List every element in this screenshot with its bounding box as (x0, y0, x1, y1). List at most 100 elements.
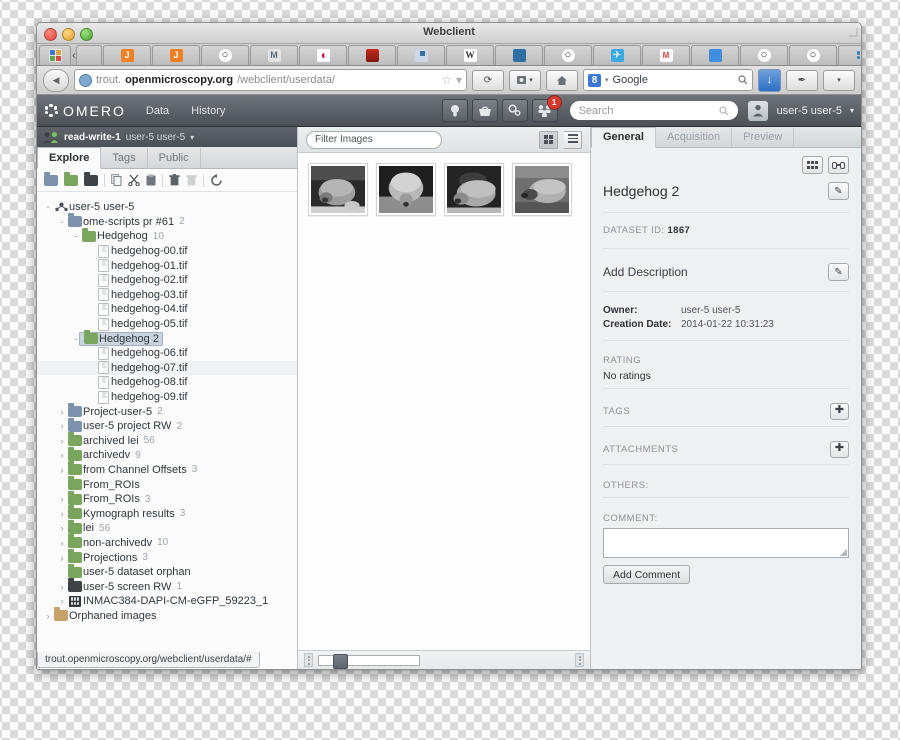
tab-docs[interactable] (397, 45, 445, 65)
link-button[interactable] (828, 156, 849, 174)
tab-acquisition[interactable]: Acquisition (656, 128, 733, 147)
list-view-button[interactable] (564, 130, 582, 149)
thumbnail-hedgehog-06[interactable] (308, 163, 368, 216)
expand-toggle-icon[interactable]: › (57, 538, 67, 548)
bookmarks-menu-button[interactable]: ▾ (509, 69, 541, 91)
tree-item[interactable]: hedgehog-05.tif (37, 317, 297, 332)
tree-item[interactable]: › Kymograph results 3 (37, 505, 297, 521)
filter-images-input[interactable]: Filter Images (306, 130, 442, 149)
address-bar[interactable]: trout. openmicroscopy.org/webclient/userd… (74, 69, 467, 91)
tab-trello[interactable] (495, 45, 543, 65)
expand-toggle-icon[interactable]: › (57, 465, 67, 475)
add-tag-button[interactable]: ✚ (830, 403, 849, 420)
tree-item[interactable]: From_ROIs (37, 476, 297, 492)
new-screen-button[interactable] (84, 171, 98, 186)
comment-input[interactable] (603, 528, 849, 558)
tree-item[interactable]: › Project-user-5 2 (37, 403, 297, 419)
omero-logo[interactable]: OMERO (44, 103, 126, 119)
tab-jenkins-2[interactable]: J (152, 45, 200, 65)
tree-item[interactable]: - user-5 user-5 (37, 200, 297, 215)
tab-github-1[interactable]: ○ (201, 45, 249, 65)
thumbnail-hedgehog-09[interactable] (512, 163, 572, 216)
tree-item[interactable]: › user-5 screen RW 1 (37, 578, 297, 594)
copy-button[interactable] (111, 174, 122, 186)
addons-button[interactable]: ✒ (786, 69, 818, 91)
thumbnail-grid[interactable] (298, 153, 590, 650)
expand-toggle-icon[interactable]: › (57, 553, 67, 563)
tree-item[interactable]: hedgehog-06.tif (37, 346, 297, 361)
tree-item[interactable]: hedgehog-00.tif (37, 244, 297, 259)
slider-knob[interactable] (333, 653, 348, 669)
tree-item[interactable]: › Orphaned images (37, 607, 297, 624)
chevron-down-icon[interactable]: ▾ (456, 73, 462, 87)
tab-github-2[interactable]: ○ (544, 45, 592, 65)
tree-item[interactable]: user-5 dataset orphan (37, 563, 297, 580)
group-selector-bar[interactable]: read-write-1 user-5 user-5 ▾ (37, 127, 297, 147)
left-resize-gripper[interactable] (304, 653, 313, 667)
expand-toggle-icon[interactable]: › (57, 494, 67, 504)
tab-github-3[interactable]: ○ (740, 45, 788, 65)
expand-toggle-icon[interactable]: › (57, 523, 67, 533)
expand-toggle-icon[interactable]: › (57, 509, 67, 519)
tab-blank[interactable] (76, 45, 102, 65)
nav-history[interactable]: History (191, 105, 225, 117)
tree-item[interactable]: hedgehog-02.tif (37, 273, 297, 288)
left-panel-tabs[interactable]: Explore Tags Public (37, 147, 297, 169)
tab-gmail[interactable]: M (642, 45, 690, 65)
tab-github-4[interactable]: ○ (789, 45, 837, 65)
add-attachment-button[interactable]: ✚ (830, 441, 849, 458)
resize-grip-icon[interactable] (840, 549, 847, 556)
back-button[interactable]: ◀ (43, 68, 69, 92)
reload-button[interactable]: ⟳ (472, 69, 504, 91)
tab-redhat[interactable] (348, 45, 396, 65)
tab-wikipedia[interactable]: W (446, 45, 494, 65)
tab-general[interactable]: General (591, 127, 656, 148)
data-tree[interactable]: - user-5 user-5- ome-scripts pr #61 2- Hedge… (37, 192, 297, 669)
tab-preview[interactable]: Preview (732, 128, 795, 147)
tree-item[interactable]: › archived lei 56 (37, 432, 297, 449)
search-engine-field[interactable]: 8 ▾ Google (583, 69, 753, 91)
downloads-button[interactable]: ↓ (758, 68, 781, 92)
tree-item[interactable]: › INMAC384-DAPI-CM-eGFP_59223_1 (37, 594, 297, 609)
new-project-button[interactable] (44, 171, 58, 186)
tab-explore[interactable]: Explore (37, 147, 102, 169)
edit-description-button[interactable]: ✎ (828, 263, 849, 281)
groups-button[interactable]: 1 (531, 95, 562, 122)
tab-debian[interactable]: ◖ (299, 45, 347, 65)
tree-item[interactable]: › from Channel Offsets 3 (37, 461, 297, 478)
apps-tab[interactable] (39, 45, 71, 65)
right-resize-gripper[interactable] (575, 653, 584, 667)
tree-item[interactable]: hedgehog-08.tif (37, 375, 297, 390)
thumbnail-size-slider[interactable] (318, 653, 420, 669)
thumbnail-hedgehog-08[interactable] (444, 163, 504, 216)
edit-name-button[interactable]: ✎ (828, 182, 849, 200)
chevron-down-icon[interactable]: ▾ (190, 133, 194, 142)
paste-button[interactable] (146, 174, 156, 186)
tab-jenkins-1[interactable]: J (103, 45, 151, 65)
nav-data[interactable]: Data (146, 105, 169, 117)
resize-handle-icon[interactable] (848, 27, 858, 37)
tree-item[interactable]: › non-archivedv 10 (37, 534, 297, 551)
thumbnail-grid-button[interactable] (802, 156, 823, 174)
expand-toggle-icon[interactable]: › (57, 596, 67, 606)
expand-toggle-icon[interactable]: › (43, 611, 53, 621)
home-button[interactable] (546, 69, 578, 91)
tree-item[interactable]: hedgehog-03.tif (37, 288, 297, 303)
user-menu-caret[interactable]: ▾ (850, 106, 854, 115)
tree-item[interactable]: hedgehog-01.tif (37, 258, 297, 273)
tree-item[interactable]: - ome-scripts pr #61 2 (37, 213, 297, 230)
tab-mendeley[interactable]: M (250, 45, 298, 65)
expand-toggle-icon[interactable]: › (57, 450, 67, 460)
tree-item[interactable]: › From_ROIs 3 (37, 490, 297, 507)
help-button[interactable] (441, 99, 468, 122)
scripts-button[interactable] (501, 99, 528, 122)
thumbnail-hedgehog-07[interactable] (376, 163, 436, 216)
tree-item[interactable]: hedgehog-09.tif (37, 390, 297, 405)
cut-button[interactable] (128, 174, 140, 186)
expand-toggle-icon[interactable]: › (57, 582, 67, 592)
tree-item[interactable]: - Hedgehog 10 (37, 227, 297, 244)
tab-public[interactable]: Public (148, 148, 201, 168)
grid-view-button[interactable] (539, 130, 558, 149)
right-panel-tabs[interactable]: General Acquisition Preview (591, 127, 861, 148)
tree-item[interactable]: › lei 56 (37, 519, 297, 536)
